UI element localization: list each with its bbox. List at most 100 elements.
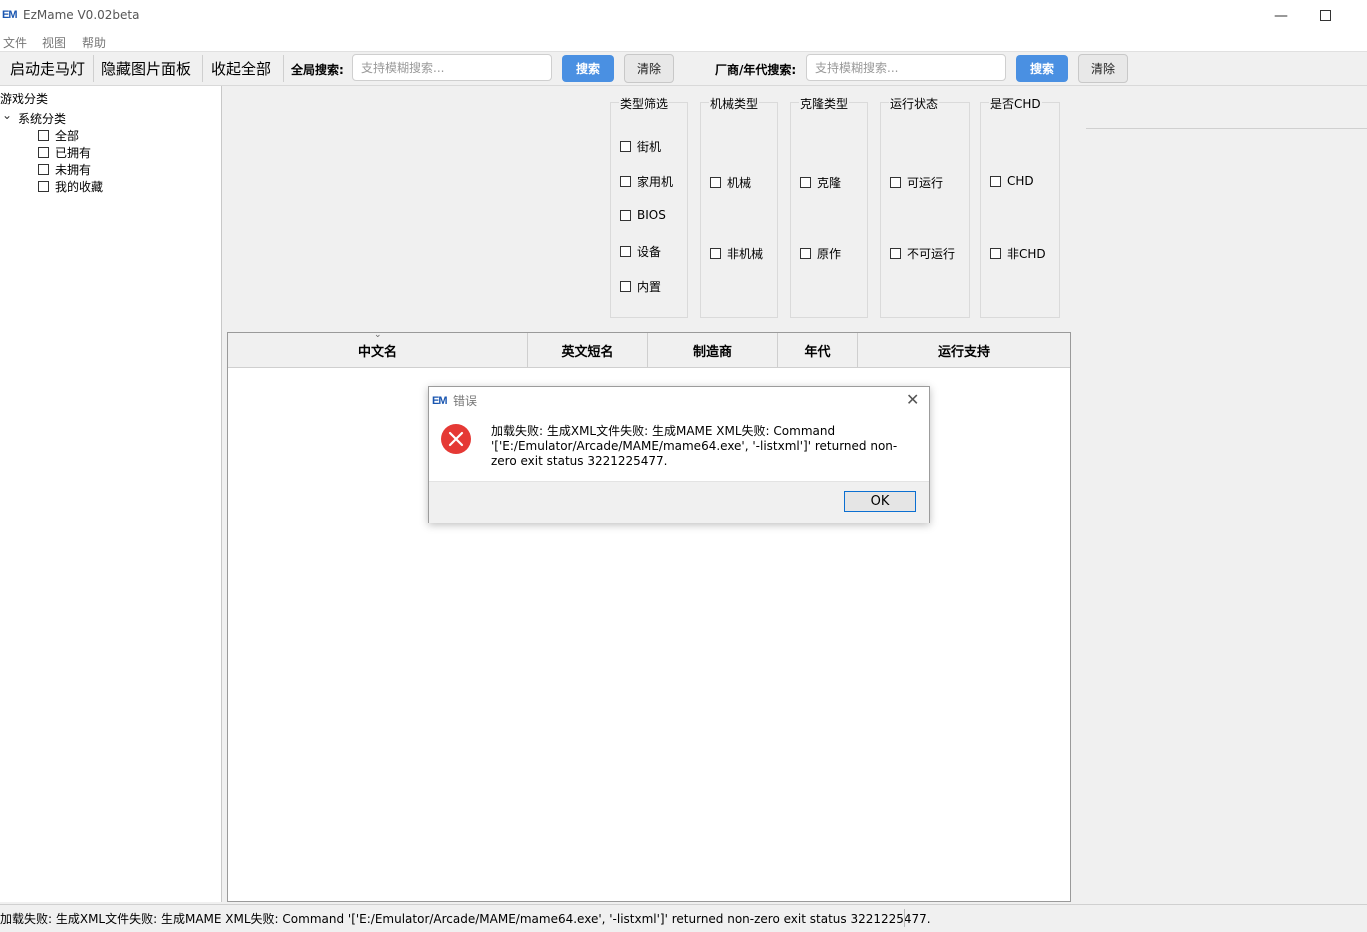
- hide-image-panel-button[interactable]: 隐藏图片面板: [101, 58, 191, 79]
- checkbox[interactable]: [890, 248, 901, 259]
- filter-option-label: 克隆: [817, 176, 842, 190]
- filter-option-original[interactable]: 原作: [800, 245, 841, 262]
- marquee-button[interactable]: 启动走马灯: [10, 58, 85, 79]
- checkbox[interactable]: [990, 248, 1001, 259]
- filter-option-clone[interactable]: 克隆: [800, 174, 841, 191]
- checkbox[interactable]: [990, 175, 1001, 187]
- filter-group-title: 机械类型: [709, 95, 760, 112]
- filter-group-mechanical: 机械类型 机械 非机械: [700, 95, 778, 318]
- dialog-message: 加载失败: 生成XML文件失败: 生成MAME XML失败: Command '…: [491, 424, 898, 468]
- maker-year-clear-button[interactable]: 清除: [1078, 54, 1128, 83]
- dialog-footer: OK: [429, 481, 929, 523]
- tree-item-label: 我的收藏: [55, 180, 104, 194]
- filter-option-label: 家用机: [637, 175, 674, 189]
- global-search-button[interactable]: 搜索: [562, 55, 614, 82]
- filter-option-label: 可运行: [907, 176, 944, 190]
- checkbox[interactable]: [800, 248, 811, 259]
- tree-node-system[interactable]: 系统分类: [18, 110, 66, 127]
- error-dialog: EM 错误 ✕ 加载失败: 生成XML文件失败: 生成MAME XML失败: C…: [428, 386, 930, 523]
- filter-option-label: 设备: [637, 245, 662, 259]
- filter-group-title: 是否CHD: [989, 95, 1042, 112]
- checkbox[interactable]: [620, 141, 631, 152]
- chevron-down-icon[interactable]: ⌄: [2, 108, 12, 122]
- checkbox[interactable]: [38, 181, 49, 192]
- filter-option-chd[interactable]: CHD: [990, 174, 1034, 188]
- toolbar-divider: [283, 55, 284, 82]
- filter-option-label: 不可运行: [907, 247, 956, 261]
- tree-item-label: 已拥有: [55, 146, 92, 160]
- toolbar: 启动走马灯 隐藏图片面板 收起全部 全局搜索: 搜索 清除 厂商/年代搜索: 搜…: [0, 52, 1367, 86]
- checkbox[interactable]: [620, 209, 631, 221]
- close-icon[interactable]: ✕: [906, 390, 919, 409]
- toolbar-divider: [93, 55, 94, 82]
- category-sidebar: 游戏分类 ⌄ 系统分类 全部 已拥有 未拥有 我的收藏: [0, 86, 222, 902]
- menu-file[interactable]: 文件: [3, 34, 27, 51]
- tree-item-favorites[interactable]: 我的收藏: [38, 178, 103, 195]
- tree-item-owned[interactable]: 已拥有: [38, 144, 91, 161]
- checkbox[interactable]: [38, 130, 49, 141]
- app-logo: EM: [2, 9, 17, 21]
- filter-option-label: 非CHD: [1007, 247, 1046, 261]
- collapse-all-button[interactable]: 收起全部: [211, 58, 271, 79]
- filter-option-device[interactable]: 设备: [620, 243, 661, 260]
- column-header-year[interactable]: 年代: [778, 333, 858, 367]
- maker-year-search-input[interactable]: [806, 54, 1006, 81]
- filter-option-label: 机械: [727, 176, 752, 190]
- menu-help[interactable]: 帮助: [82, 34, 106, 51]
- filter-option-arcade[interactable]: 街机: [620, 138, 661, 155]
- checkbox[interactable]: [620, 281, 631, 292]
- global-clear-button[interactable]: 清除: [624, 54, 674, 83]
- filter-option-label: 街机: [637, 140, 662, 154]
- global-search-label: 全局搜索:: [291, 63, 344, 77]
- filter-option-not-runnable[interactable]: 不可运行: [890, 245, 955, 262]
- image-panel-divider: [1086, 128, 1367, 129]
- column-header-chinese-name[interactable]: 中文名: [228, 333, 528, 367]
- category-tree-title: 游戏分类: [0, 92, 49, 106]
- filter-group-clone: 克隆类型 克隆 原作: [790, 95, 868, 318]
- maker-year-search-button[interactable]: 搜索: [1016, 55, 1068, 82]
- ok-button[interactable]: OK: [844, 491, 916, 512]
- checkbox[interactable]: [710, 177, 721, 188]
- maximize-button[interactable]: [1302, 0, 1348, 31]
- minimize-icon: —: [1274, 7, 1288, 24]
- filter-group-chd: 是否CHD CHD 非CHD: [980, 95, 1060, 318]
- tree-item-not-owned[interactable]: 未拥有: [38, 161, 91, 178]
- filter-option-label: BIOS: [637, 208, 666, 222]
- tree-item-all[interactable]: 全部: [38, 127, 79, 144]
- global-search-input[interactable]: [352, 54, 552, 81]
- filter-option-mechanical[interactable]: 机械: [710, 174, 751, 191]
- filter-group-title: 类型筛选: [619, 95, 670, 112]
- filter-option-console[interactable]: 家用机: [620, 173, 673, 190]
- filter-option-builtin[interactable]: 内置: [620, 278, 661, 295]
- checkbox[interactable]: [890, 177, 901, 188]
- tree-item-label: 未拥有: [55, 163, 92, 177]
- status-divider: [904, 909, 905, 927]
- window-title: EzMame V0.02beta: [23, 8, 140, 22]
- checkbox[interactable]: [800, 177, 811, 188]
- menu-view[interactable]: 视图: [42, 34, 66, 51]
- filter-option-label: 非机械: [727, 247, 764, 261]
- title-bar: EM EzMame V0.02beta —: [0, 0, 1367, 31]
- dialog-logo: EM: [432, 395, 447, 407]
- minimize-button[interactable]: —: [1258, 0, 1304, 31]
- filter-group-title: 运行状态: [889, 95, 940, 112]
- checkbox[interactable]: [710, 248, 721, 259]
- checkbox[interactable]: [38, 147, 49, 158]
- filter-option-label: 原作: [817, 247, 842, 261]
- filter-option-non-mechanical[interactable]: 非机械: [710, 245, 763, 262]
- filter-option-runnable[interactable]: 可运行: [890, 174, 943, 191]
- checkbox[interactable]: [620, 176, 631, 187]
- status-text: 加载失败: 生成XML文件失败: 生成MAME XML失败: Command '…: [0, 912, 931, 926]
- checkbox[interactable]: [620, 246, 631, 257]
- status-bar: 加载失败: 生成XML文件失败: 生成MAME XML失败: Command '…: [0, 904, 1367, 932]
- tree-item-label: 全部: [55, 129, 80, 143]
- filter-option-bios[interactable]: BIOS: [620, 208, 666, 222]
- filter-group-title: 克隆类型: [799, 95, 850, 112]
- column-header-run-support[interactable]: 运行支持: [858, 333, 1070, 367]
- checkbox[interactable]: [38, 164, 49, 175]
- filter-group-type: 类型筛选 街机 家用机 BIOS 设备 内置: [610, 95, 688, 318]
- filter-option-non-chd[interactable]: 非CHD: [990, 245, 1046, 262]
- maker-year-search-label: 厂商/年代搜索:: [715, 63, 797, 77]
- column-header-short-name[interactable]: 英文短名: [528, 333, 648, 367]
- column-header-manufacturer[interactable]: 制造商: [648, 333, 778, 367]
